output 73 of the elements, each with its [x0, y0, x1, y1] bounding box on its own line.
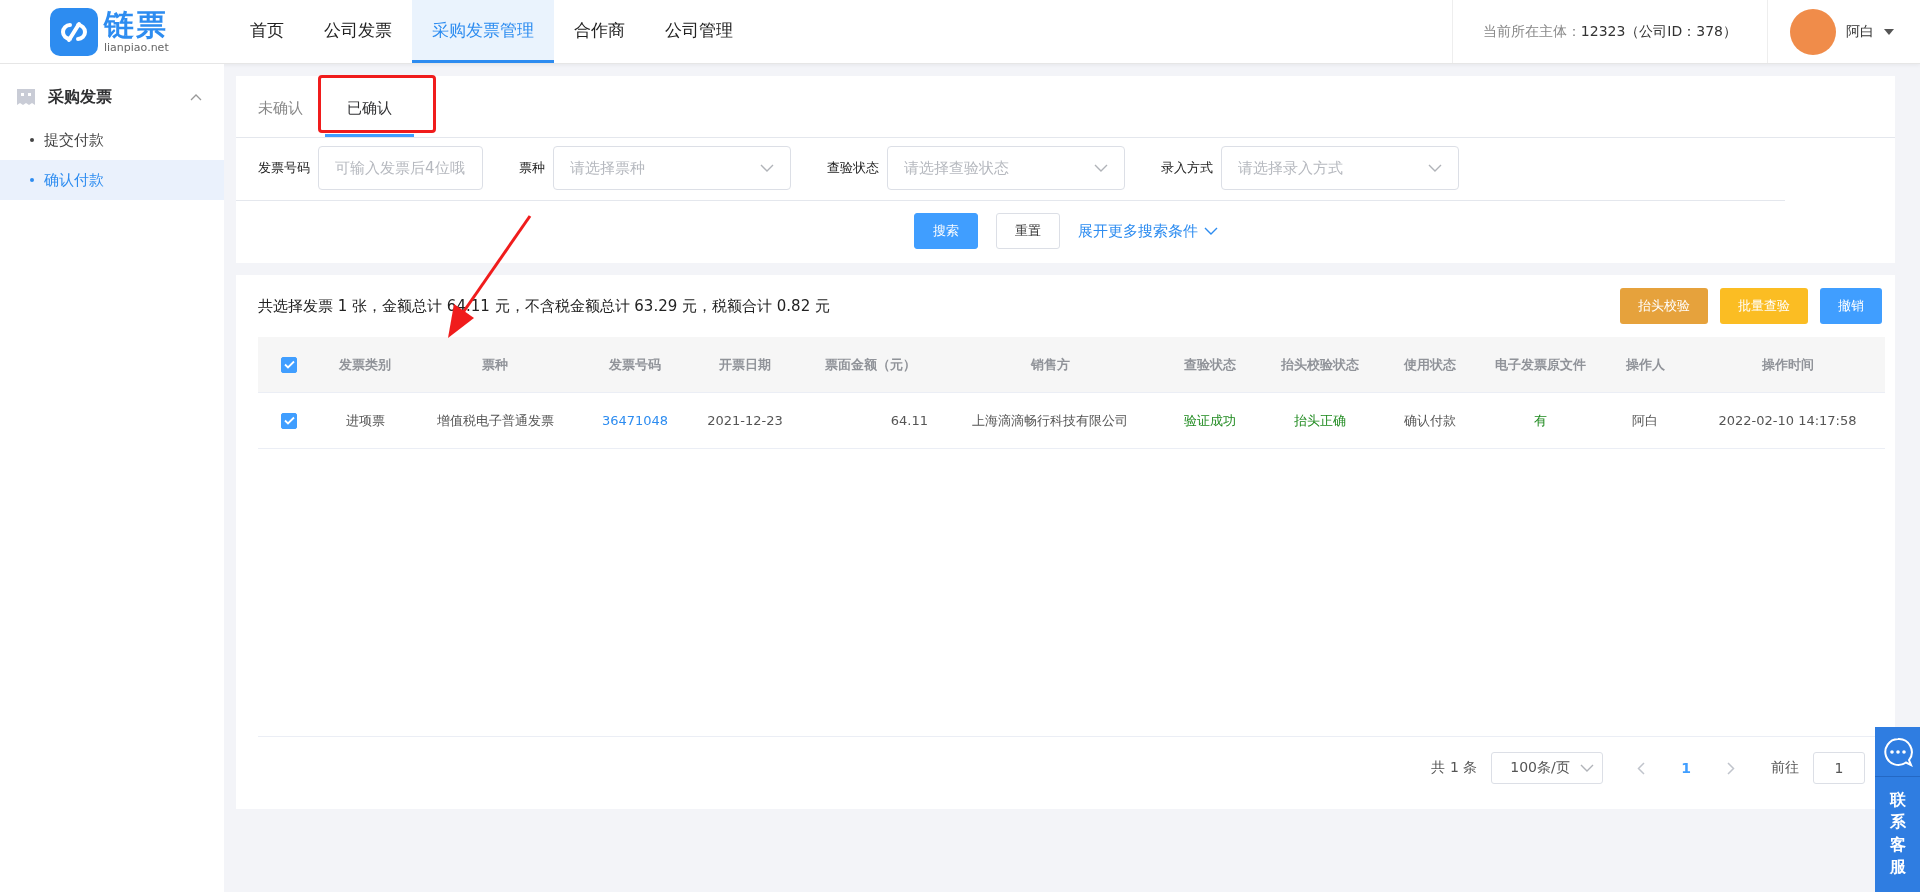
nav-tab[interactable]: 公司管理: [645, 0, 753, 63]
table-cell: 抬头正确: [1294, 411, 1346, 430]
column-header: 票种: [482, 355, 508, 374]
column-header: 票面金额（元）: [824, 355, 916, 374]
invoice-link[interactable]: 36471048: [601, 413, 669, 428]
entity-label: 当前所在主体：: [1482, 22, 1581, 41]
select-field[interactable]: 请选择票种: [553, 146, 791, 190]
column-header: 查验状态: [1184, 355, 1236, 374]
column-header: 销售方: [1030, 355, 1070, 374]
chevron-down-icon: [1428, 164, 1442, 172]
table-cell: 2021-12-23: [707, 413, 783, 428]
select-all-checkbox[interactable]: [281, 356, 297, 373]
page-size-select[interactable]: 100条/页: [1491, 752, 1604, 784]
chevron-down-icon: [1580, 764, 1595, 772]
goto-page-field[interactable]: 1: [1813, 752, 1865, 784]
filter-label: 录入方式: [1161, 159, 1213, 177]
page-number[interactable]: 1: [1659, 760, 1713, 776]
reset-button[interactable]: 重置: [995, 213, 1060, 249]
next-page-icon[interactable]: [1727, 761, 1735, 775]
table-cell: 有: [1533, 411, 1547, 430]
sidebar-group[interactable]: 采购发票: [0, 74, 224, 120]
table-cell: 2022-02-10 14:17:58: [1718, 413, 1857, 428]
table-cell: 确认付款: [1404, 411, 1456, 430]
column-header: 电子发票原文件: [1494, 355, 1586, 374]
entity-value: 12323（公司ID：378）: [1580, 22, 1737, 41]
logo-icon: [50, 7, 98, 56]
sidebar-item[interactable]: 提交付款: [0, 120, 224, 160]
input-field[interactable]: 可输入发票后4位哦: [318, 146, 483, 190]
logo-domain: lianpiao.net: [104, 42, 169, 53]
support-widget[interactable]: 联系客服: [1875, 727, 1920, 892]
sidebar-item[interactable]: 确认付款: [0, 160, 224, 200]
expand-filters-link[interactable]: 展开更多搜索条件: [1077, 221, 1218, 241]
chevron-icon: [190, 93, 202, 101]
table-cell: 阿白: [1632, 411, 1658, 430]
chevron-down-icon: [1203, 227, 1218, 235]
prev-page-icon[interactable]: [1637, 761, 1646, 775]
user-avatar[interactable]: [1790, 8, 1836, 55]
goto-label: 前往: [1771, 759, 1799, 777]
column-header: 发票类别: [339, 355, 391, 374]
table-cell: 验证成功: [1184, 411, 1236, 430]
column-header: 开票日期: [719, 355, 771, 374]
row-checkbox[interactable]: [281, 412, 297, 429]
table-cell: 进项票: [345, 411, 385, 430]
column-header: 使用状态: [1404, 355, 1456, 374]
chevron-down-icon: [760, 164, 774, 172]
filter-label: 发票号码: [258, 159, 310, 177]
nav-tab[interactable]: 采购发票管理: [412, 0, 554, 63]
table-cell: 上海滴滴畅行科技有限公司: [972, 411, 1128, 430]
nav-tab[interactable]: 合作商: [554, 0, 645, 63]
action-button[interactable]: 撤销: [1820, 288, 1882, 324]
filter-label: 查验状态: [827, 159, 879, 177]
select-field[interactable]: 请选择录入方式: [1221, 146, 1459, 190]
nav-tab[interactable]: 公司发票: [304, 0, 412, 63]
column-header: 发票号码: [609, 355, 661, 374]
table-cell: 64.11: [890, 413, 928, 428]
caret-icon[interactable]: [1884, 28, 1894, 35]
logo-name: 链票: [104, 10, 169, 40]
chevron-down-icon: [1094, 164, 1108, 172]
chat-icon: [1882, 736, 1913, 767]
select-field[interactable]: 请选择查验状态: [887, 146, 1125, 190]
search-button[interactable]: 搜索: [913, 213, 978, 249]
nav-tab[interactable]: 首页: [230, 0, 304, 63]
filter-label: 票种: [519, 159, 545, 177]
user-name[interactable]: 阿白: [1846, 22, 1874, 41]
receipt-icon: [16, 88, 36, 106]
tab[interactable]: 已确认: [325, 76, 414, 137]
column-header: 操作人: [1625, 355, 1665, 374]
total-count: 共 1 条: [1431, 759, 1478, 777]
table-cell: 增值税电子普通发票: [436, 411, 554, 430]
column-header: 操作时间: [1761, 355, 1814, 374]
column-header: 抬头校验状态: [1281, 355, 1359, 374]
action-button[interactable]: 抬头校验: [1620, 288, 1708, 324]
tab[interactable]: 未确认: [258, 76, 325, 137]
